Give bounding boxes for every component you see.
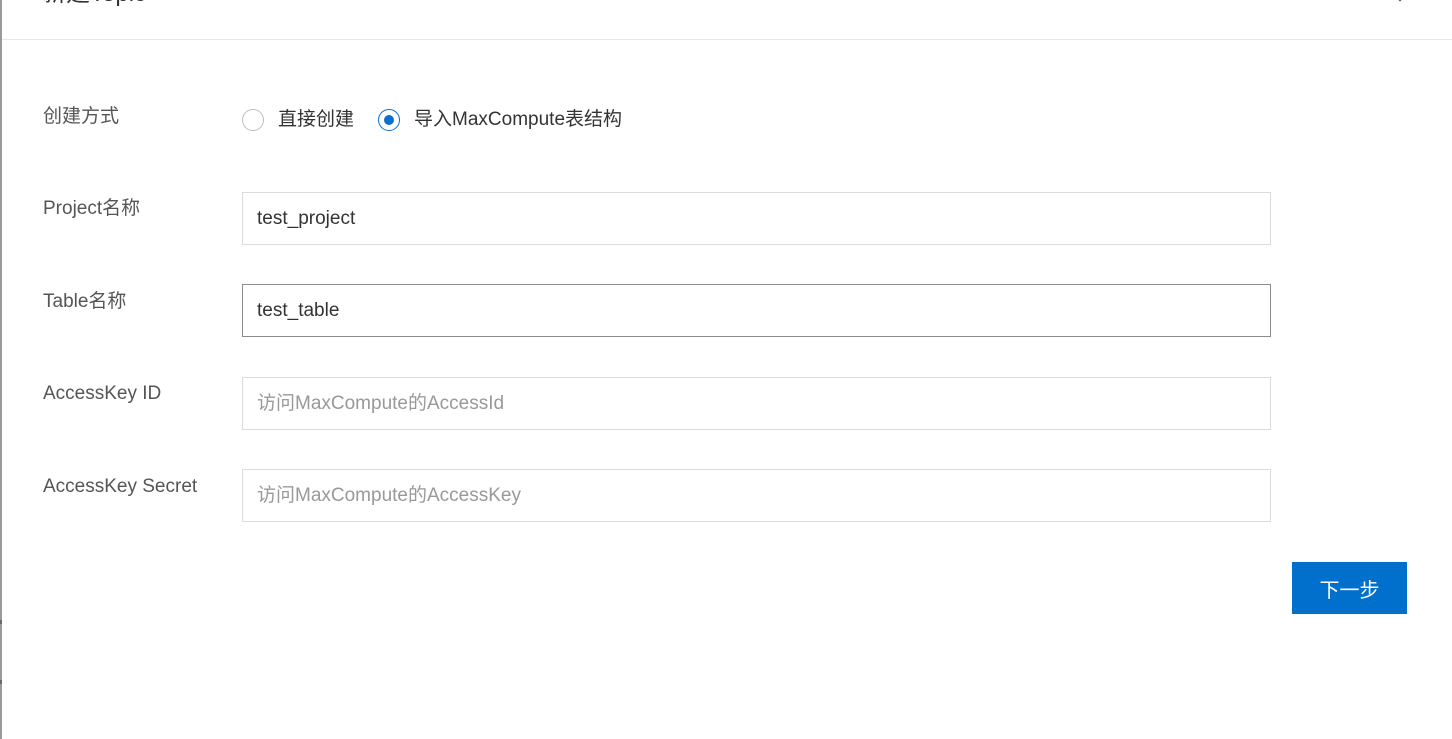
radio-option-direct-create[interactable]: 直接创建 [242, 108, 354, 132]
radio-selected-dot [384, 115, 395, 125]
project-name-input[interactable] [242, 192, 1271, 245]
next-step-button[interactable]: 下一步 [1292, 562, 1407, 614]
access-key-secret-label: AccessKey Secret [43, 476, 198, 497]
radio-label-direct-create: 直接创建 [278, 109, 355, 130]
edge-tick-mark [0, 680, 2, 684]
edge-tick-mark [0, 620, 2, 624]
creation-method-radio-group: 直接创建 导入MaxCompute表结构 [242, 106, 646, 134]
creation-method-label: 创建方式 [43, 106, 120, 127]
radio-button-direct-create[interactable] [242, 109, 264, 131]
dialog-header: 新建Topic [2, 0, 1452, 40]
dialog-title: 新建Topic [42, 0, 146, 12]
table-name-label: Table名称 [43, 291, 127, 312]
radio-label-import-maxcompute: 导入MaxCompute表结构 [414, 109, 623, 130]
radio-option-import-maxcompute[interactable]: 导入MaxCompute表结构 [378, 108, 622, 132]
dialog: 新建Topic 创建方式 直接创建 导入MaxCompute表结构 Projec… [0, 0, 1452, 739]
access-key-secret-input[interactable] [242, 469, 1271, 522]
radio-button-import-maxcompute[interactable] [378, 109, 401, 131]
access-key-id-input[interactable] [242, 377, 1271, 430]
table-name-input[interactable] [242, 284, 1271, 337]
access-key-id-label: AccessKey ID [43, 383, 162, 404]
close-icon[interactable] [1388, 0, 1412, 10]
project-name-label: Project名称 [43, 198, 141, 219]
